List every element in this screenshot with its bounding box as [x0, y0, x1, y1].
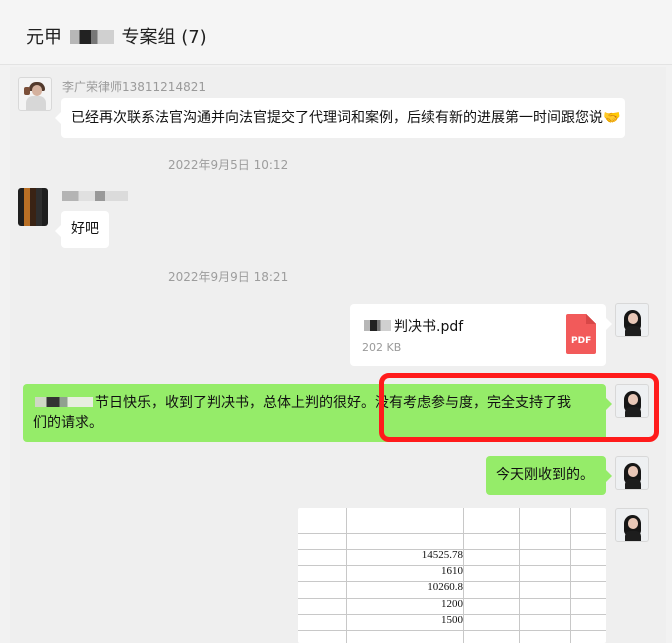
redacted-file-prefix — [364, 320, 391, 331]
file-name-text: 判决书.pdf — [394, 319, 464, 335]
message-list[interactable]: 李广荣律师13811214821 已经再次联系法官沟通并向法官提交了代理词和案例… — [10, 67, 666, 643]
message-text-first: 已经再次联系法官沟通并向法官提交了代理词和案例，后续有新的进展第一时间跟您说🤝 — [71, 110, 621, 126]
redacted-avatar[interactable] — [18, 188, 48, 226]
table-value: 1200 — [441, 598, 463, 610]
chat-title-prefix: 元甲 — [26, 27, 62, 48]
chat-window: 元甲 专案组 (7) 李广荣律师13811214821 已经再次联系法官沟通并向… — [0, 0, 672, 643]
table-value: 10260.8 — [427, 581, 463, 593]
table-gridline-h7 — [298, 630, 606, 631]
avatar-face — [32, 85, 42, 96]
message-text-judgment-1: 节日快乐，收到了判决书，总体上判的很好。没有考虑参与度，完全支持了我 — [95, 395, 571, 411]
timestamp-1: 2022年9月5日 10:12 — [168, 158, 289, 172]
redacted-name-block — [62, 190, 128, 201]
redacted-group-name — [69, 29, 114, 44]
chat-header: 元甲 专案组 (7) — [0, 0, 672, 65]
message-line-1: 节日快乐，收到了判决书，总体上判的很好。没有考虑参与度，完全支持了我 — [33, 393, 596, 413]
pdf-icon-label: PDF — [571, 336, 592, 346]
sender-avatar-li[interactable] — [18, 77, 52, 111]
table-value: 1610 — [441, 565, 463, 577]
avatar-face — [628, 518, 638, 529]
self-avatar-4[interactable] — [615, 508, 649, 542]
table-gridline-v1 — [346, 508, 347, 643]
table-gridline-v4 — [570, 508, 571, 643]
sender-name: 李广荣律师13811214821 — [62, 80, 206, 94]
redacted-sender-name — [62, 188, 128, 202]
table-gridline-h1 — [298, 533, 606, 534]
redacted-message-prefix — [35, 396, 93, 407]
self-avatar-2[interactable] — [615, 384, 649, 418]
avatar-face — [628, 466, 638, 477]
message-text-haoba: 好吧 — [71, 221, 99, 237]
avatar-body — [625, 531, 641, 541]
message-bubble-haoba[interactable]: 好吧 — [55, 211, 109, 248]
message-bubble-today[interactable]: 今天刚收到的。 — [486, 456, 612, 495]
table-gridline-v2 — [463, 508, 464, 643]
avatar-face — [628, 394, 638, 405]
table-value: 14525.78 — [421, 549, 463, 561]
self-avatar-1[interactable] — [615, 303, 649, 337]
avatar-body — [625, 326, 641, 336]
avatar-body — [625, 407, 641, 417]
pdf-file-card[interactable]: 判决书.pdf 202 KB PDF — [350, 304, 612, 366]
file-name: 判决书.pdf — [362, 316, 463, 336]
avatar-body — [26, 96, 46, 110]
avatar-body — [625, 479, 641, 489]
message-line-2: 们的请求。 — [33, 415, 103, 431]
chat-title: 元甲 专案组 (7) — [26, 23, 207, 49]
pdf-file-icon: PDF — [566, 314, 596, 354]
self-avatar-3[interactable] — [615, 456, 649, 490]
table-value: 1500 — [441, 614, 463, 626]
message-text-today: 今天刚收到的。 — [496, 467, 594, 483]
table-gridline-v3 — [519, 508, 520, 643]
message-bubble-first[interactable]: 已经再次联系法官沟通并向法官提交了代理词和案例，后续有新的进展第一时间跟您说🤝 — [55, 98, 625, 138]
file-size: 202 KB — [362, 341, 402, 354]
avatar-face — [628, 313, 638, 324]
image-message-preview[interactable]: 14525.78 1610 10260.8 1200 1500 — [298, 508, 606, 643]
message-bubble-judgment[interactable]: 节日快乐，收到了判决书，总体上判的很好。没有考虑参与度，完全支持了我 们的请求。 — [23, 384, 612, 442]
chat-title-suffix: 专案组 (7) — [121, 27, 207, 48]
avatar-accent — [24, 87, 30, 95]
timestamp-2: 2022年9月9日 18:21 — [168, 270, 289, 284]
